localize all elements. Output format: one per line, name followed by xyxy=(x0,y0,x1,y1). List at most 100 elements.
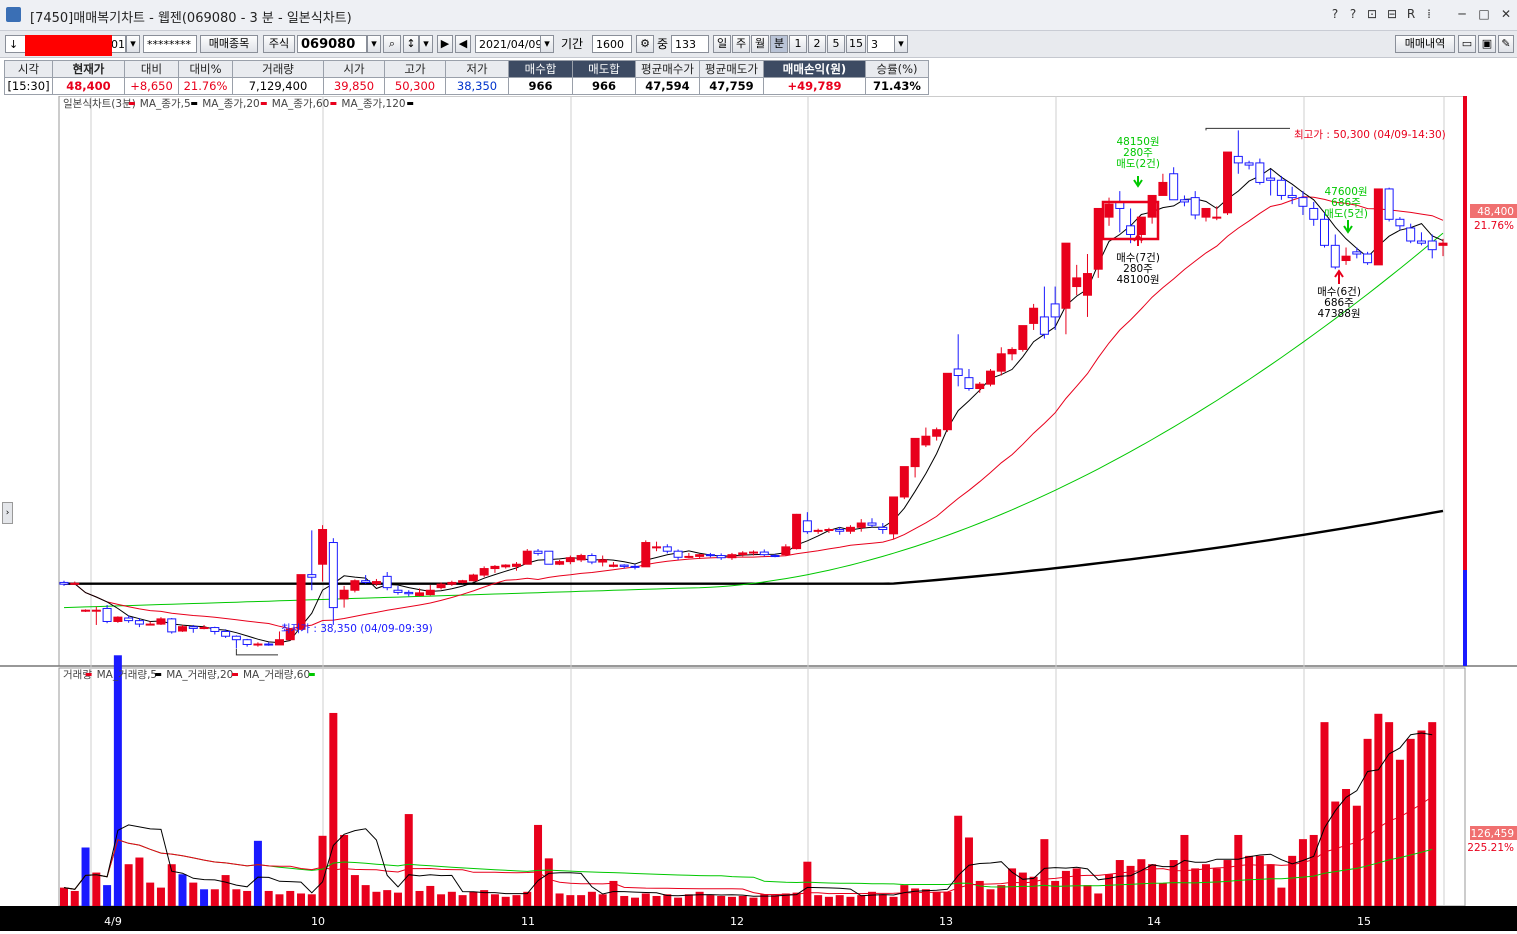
interval-button-3[interactable]: 분 xyxy=(770,35,788,53)
save-icon[interactable]: ▣ xyxy=(1478,35,1496,53)
candle-body xyxy=(899,466,909,498)
prev-arrow-icon[interactable]: ◀ xyxy=(455,35,471,53)
window-title: [7450]매매복기차트 - 웹젠(069080 - 3 분 - 일본식차트) xyxy=(30,11,352,26)
volume-bar xyxy=(146,882,155,906)
interval-button-2[interactable]: 월 xyxy=(751,35,769,53)
candle-body xyxy=(371,581,381,585)
volume-bar xyxy=(630,897,639,906)
candle-body xyxy=(641,542,651,568)
candle-body xyxy=(1212,216,1222,219)
volume-bar xyxy=(1374,713,1383,906)
quote-value-3: 21.76% xyxy=(178,77,233,95)
interval-button-6[interactable]: 5 xyxy=(827,35,845,53)
next-arrow-icon[interactable]: ▶ xyxy=(437,35,453,53)
quote-header-1: 현재가 xyxy=(52,60,125,78)
chart-area[interactable]: 일본식차트(3분) MA_종가,5 MA_종가,20 MA_종가,60 MA_종가,12… xyxy=(0,95,1517,931)
volume-bar xyxy=(490,894,499,906)
window-control-0-icon[interactable]: ? xyxy=(1327,5,1343,23)
volume-bar xyxy=(1201,864,1210,906)
candle xyxy=(1373,188,1383,266)
candle-body xyxy=(576,555,586,561)
candle-body xyxy=(889,496,899,535)
candle-body xyxy=(781,546,791,556)
trade-history-button[interactable]: 매매내역 xyxy=(1395,35,1455,53)
search-icon[interactable]: ⌕ xyxy=(383,35,401,53)
settings-icon[interactable]: ⚙ xyxy=(636,35,654,53)
folder-icon[interactable]: ▭ xyxy=(1458,35,1476,53)
date-dropdown-icon[interactable]: ▾ xyxy=(540,35,554,53)
volume-bar xyxy=(835,895,844,906)
minute-dropdown-icon[interactable]: ▾ xyxy=(894,35,908,53)
candle-body xyxy=(996,353,1006,372)
window-control-7-icon[interactable]: □ xyxy=(1476,5,1492,23)
quote-value-6: 50,300 xyxy=(384,77,446,95)
quote-value-1: 48,400 xyxy=(52,77,125,95)
candlestick-chart[interactable]: 일본식차트(3분) MA_종가,5 MA_종가,20 MA_종가,60 MA_종가,12… xyxy=(0,95,1517,931)
trade-item-button[interactable]: 매매종목 xyxy=(200,35,258,53)
expand-panel-icon[interactable]: › xyxy=(2,502,13,524)
candle xyxy=(296,574,306,631)
volume-bar xyxy=(135,857,144,906)
count-input[interactable]: 133 xyxy=(671,35,709,53)
candle-body xyxy=(792,513,802,550)
candle xyxy=(1018,325,1028,352)
tools-icon[interactable]: ✎ xyxy=(1498,35,1514,53)
window-control-8-icon[interactable]: ✕ xyxy=(1498,5,1514,23)
price-legend-label: 일본식차트(3분) xyxy=(63,97,136,110)
code-dropdown-icon[interactable]: ▾ xyxy=(367,35,381,53)
buy1-text: 48100원 xyxy=(1116,274,1159,286)
volume-bar xyxy=(1245,855,1254,906)
volume-bar xyxy=(641,893,650,906)
volume-bar xyxy=(210,889,219,906)
window-control-3-icon[interactable]: ⊟ xyxy=(1384,5,1400,23)
volume-bar xyxy=(81,847,90,906)
app-icon xyxy=(6,7,21,22)
volume-bar xyxy=(1342,789,1351,906)
candle-body xyxy=(630,565,640,568)
volume-bar xyxy=(674,897,683,906)
window-control-5-icon[interactable]: ⁞ xyxy=(1421,5,1437,23)
quote-header-9: 매도합 xyxy=(572,60,636,78)
candle-body xyxy=(1039,316,1049,335)
sort-dropdown-icon[interactable]: ▾ xyxy=(419,35,433,53)
interval-button-5[interactable]: 2 xyxy=(808,35,826,53)
window-control-4-icon[interactable]: R xyxy=(1403,5,1419,23)
candle-body xyxy=(59,581,69,585)
volume-legend-swatch xyxy=(232,673,238,676)
quote-header-4: 거래량 xyxy=(232,60,324,78)
window-control-1-icon[interactable]: ? xyxy=(1345,5,1361,23)
interval-button-1[interactable]: 주 xyxy=(732,35,750,53)
market-selector[interactable]: 주식 xyxy=(263,35,295,53)
period-input[interactable]: 1600 xyxy=(592,35,632,53)
volume-bar xyxy=(846,896,855,906)
window-control-2-icon[interactable]: ⊡ xyxy=(1364,5,1380,23)
stock-code-input[interactable]: 069080 xyxy=(297,35,367,53)
quote-header-3: 대비% xyxy=(178,60,233,78)
interval-button-7[interactable]: 15 xyxy=(846,35,866,53)
minute-input[interactable]: 3 xyxy=(867,35,895,53)
candle-body xyxy=(1082,273,1092,296)
candle-body xyxy=(1190,197,1200,216)
candle-body xyxy=(479,568,489,576)
volume-bar xyxy=(534,824,543,906)
interval-button-0[interactable]: 일 xyxy=(713,35,731,53)
window-control-6-icon[interactable]: ─ xyxy=(1454,5,1470,23)
candle-body xyxy=(199,627,209,630)
redacted-account-number xyxy=(25,35,112,56)
password-field[interactable]: ******** xyxy=(143,35,197,53)
volume-bar xyxy=(124,864,133,906)
candle-body xyxy=(1266,177,1276,181)
volume-bar xyxy=(393,892,402,906)
quote-value-2: +8,650 xyxy=(124,77,179,95)
quote-value-0: [15:30] xyxy=(4,77,53,95)
volume-bar xyxy=(350,875,359,906)
candle-body xyxy=(1104,203,1114,218)
sort-icon[interactable]: ↕ xyxy=(403,35,419,53)
candle-body xyxy=(544,550,554,565)
interval-button-4[interactable]: 1 xyxy=(789,35,807,53)
candle xyxy=(1363,251,1373,265)
account-dropdown-icon[interactable]: ▾ xyxy=(126,35,140,53)
volume-bar xyxy=(512,895,521,906)
date-input[interactable]: 2021/04/09 xyxy=(475,35,541,53)
right-indicator-red xyxy=(1463,96,1467,570)
